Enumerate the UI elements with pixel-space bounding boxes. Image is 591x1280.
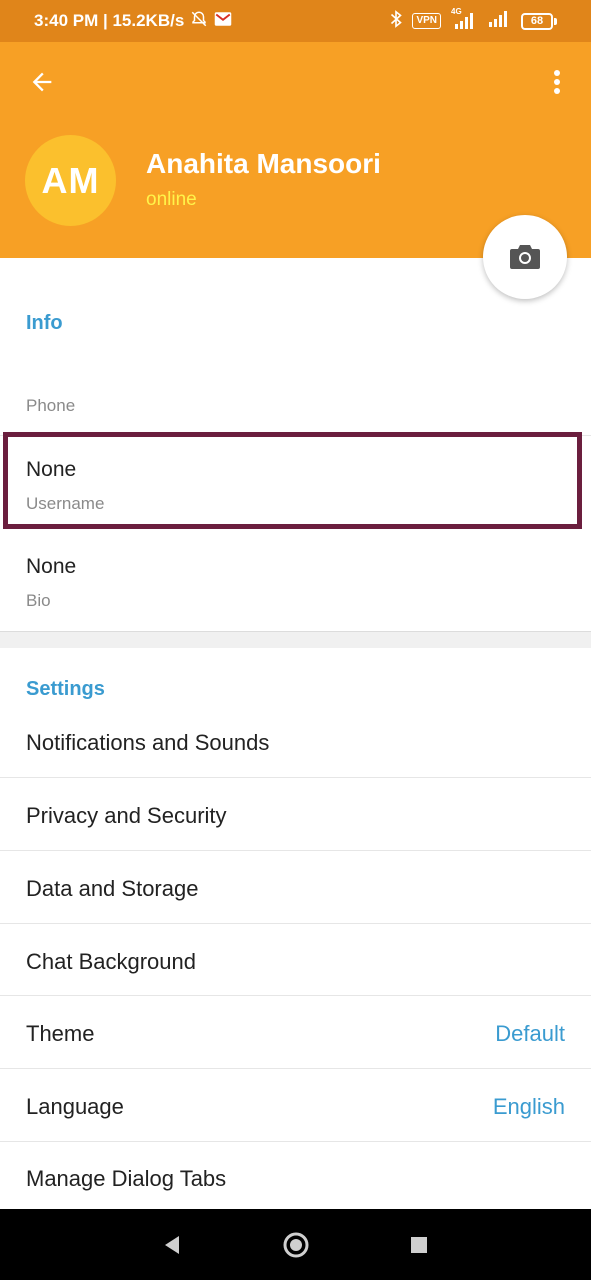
gmail-icon xyxy=(214,11,232,32)
settings-item-label: Data and Storage xyxy=(26,875,199,901)
profile-name: Anahita Mansoori xyxy=(146,148,381,179)
avatar[interactable]: AM xyxy=(25,135,116,226)
camera-icon xyxy=(510,245,540,269)
bell-muted-icon xyxy=(190,10,208,33)
square-recents-icon xyxy=(411,1237,427,1253)
settings-item-label: Chat Background xyxy=(26,948,196,974)
divider xyxy=(0,995,591,996)
settings-item-value: English xyxy=(492,1093,565,1119)
settings-item-theme[interactable]: Theme Default xyxy=(0,997,591,1070)
profile-status: online xyxy=(146,189,197,210)
settings-section-title: Settings xyxy=(26,678,105,700)
settings-item-label: Manage Dialog Tabs xyxy=(26,1165,227,1191)
settings-item-label: Language xyxy=(26,1093,124,1119)
nav-back-button[interactable] xyxy=(157,1230,187,1260)
vpn-badge: VPN xyxy=(412,13,441,29)
settings-item-notifications[interactable]: Notifications and Sounds xyxy=(0,706,591,779)
settings-item-chat-background[interactable]: Chat Background xyxy=(0,925,591,998)
back-button[interactable] xyxy=(24,64,60,100)
phone-row[interactable]: Phone xyxy=(0,355,591,435)
divider xyxy=(0,1068,591,1069)
nav-home-button[interactable] xyxy=(281,1230,311,1260)
signal-4g-icon: 4G xyxy=(451,7,477,29)
section-separator xyxy=(0,631,591,648)
settings-item-label: Theme xyxy=(26,1020,95,1046)
settings-item-data-storage[interactable]: Data and Storage xyxy=(0,852,591,925)
divider xyxy=(0,777,591,778)
nav-recents-button[interactable] xyxy=(404,1230,434,1260)
battery-tip xyxy=(554,17,557,25)
status-left: 3:40 PM | 15.2KB/s xyxy=(34,10,232,33)
battery-level: 68 xyxy=(521,12,553,30)
settings-item-label: Notifications and Sounds xyxy=(26,729,270,755)
more-vert-icon xyxy=(554,70,560,94)
arrow-back-icon xyxy=(32,72,52,92)
more-options-button[interactable] xyxy=(545,64,569,100)
battery-icon: 68 xyxy=(521,12,557,30)
settings-item-label: Privacy and Security xyxy=(26,802,227,828)
settings-item-privacy[interactable]: Privacy and Security xyxy=(0,779,591,852)
triangle-back-icon xyxy=(165,1236,179,1254)
screen: 3:40 PM | 15.2KB/s VPN 4G 68 AM Anahita … xyxy=(0,0,591,1280)
circle-home-icon xyxy=(283,1232,309,1258)
status-time-speed: 3:40 PM | 15.2KB/s xyxy=(34,11,185,30)
divider xyxy=(0,923,591,924)
settings-item-value: Default xyxy=(495,1020,565,1046)
bio-row[interactable]: None Bio xyxy=(0,533,591,630)
network-type-label: 4G xyxy=(451,7,462,16)
signal-icon xyxy=(487,10,511,32)
status-bar: 3:40 PM | 15.2KB/s VPN 4G 68 xyxy=(0,0,591,42)
status-right: VPN 4G 68 xyxy=(390,7,557,33)
settings-item-dialog-tabs[interactable]: Manage Dialog Tabs xyxy=(0,1142,591,1215)
bio-value: None xyxy=(26,555,77,578)
system-nav-bar xyxy=(0,1209,591,1280)
bluetooth-icon xyxy=(390,9,403,33)
set-photo-button[interactable] xyxy=(483,215,567,299)
phone-caption: Phone xyxy=(26,396,76,415)
info-section-title: Info xyxy=(26,312,63,334)
settings-item-language[interactable]: Language English xyxy=(0,1070,591,1143)
bio-caption: Bio xyxy=(26,591,51,610)
highlight-frame xyxy=(3,432,582,529)
divider xyxy=(0,850,591,851)
